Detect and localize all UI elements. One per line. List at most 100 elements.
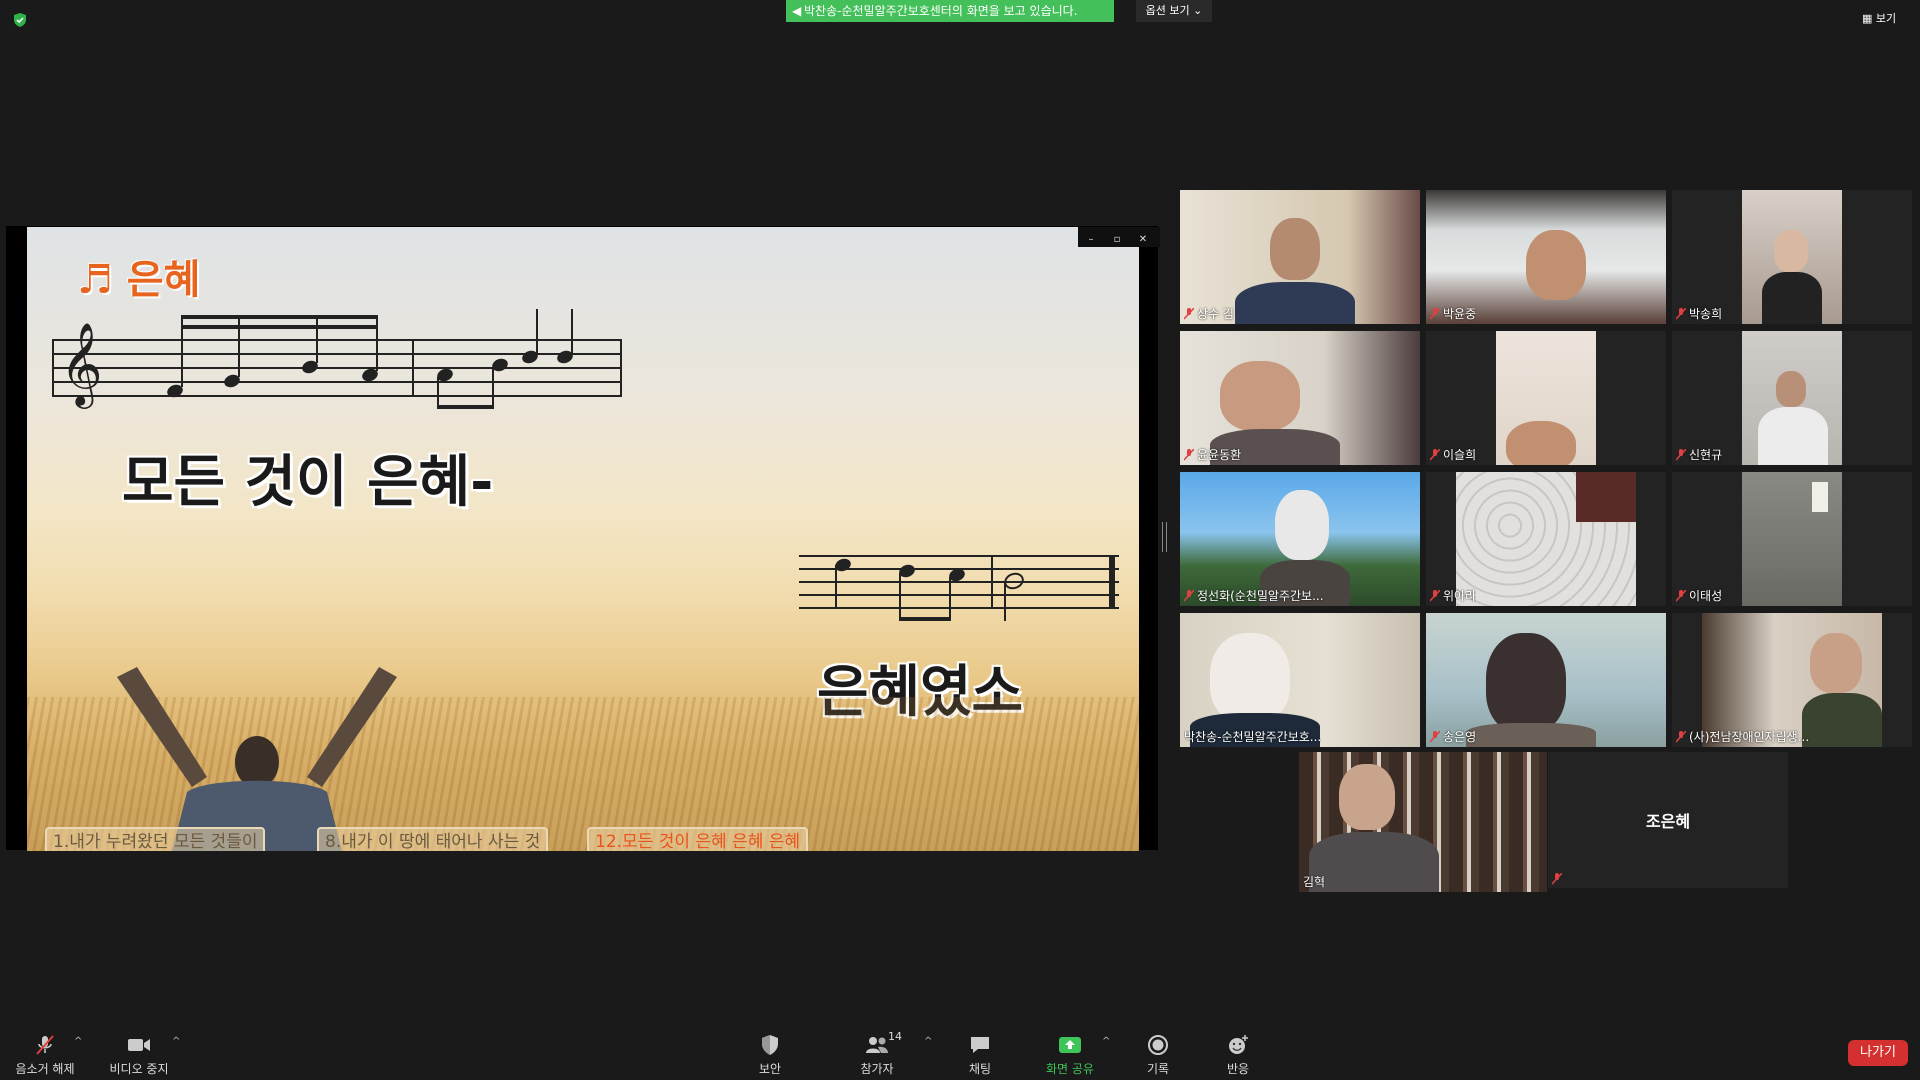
- participant-name-text: 이태성: [1689, 589, 1723, 603]
- participants-label: 참가자: [860, 1062, 894, 1076]
- gallery-view-button[interactable]: ▦ 보기: [1862, 10, 1910, 28]
- participant-name-text: 김혁: [1303, 875, 1326, 889]
- unmute-label: 음소거 해제: [15, 1062, 75, 1076]
- participant-tile[interactable]: 정선화(순천밀알주간보...: [1180, 472, 1420, 606]
- minimize-icon[interactable]: –: [1078, 230, 1104, 250]
- view-options-label: 옵션 보기: [1145, 4, 1190, 17]
- participant-name: 박윤중: [1430, 305, 1476, 322]
- share-screen-button[interactable]: 화면 공유: [1040, 1034, 1100, 1077]
- security-shield-icon[interactable]: [12, 12, 28, 28]
- mic-muted-icon: [1552, 873, 1562, 885]
- participant-tile[interactable]: 이슬희: [1426, 331, 1666, 465]
- view-button-label: 보기: [1875, 12, 1897, 25]
- person-silhouette-image: [117, 667, 397, 851]
- chat-button[interactable]: 채팅: [962, 1034, 998, 1077]
- participant-name: 이태성: [1676, 587, 1722, 604]
- mic-muted-icon: [1676, 590, 1686, 602]
- audio-options-caret-icon[interactable]: ^: [74, 1036, 82, 1047]
- participant-name: 상수 김: [1184, 305, 1234, 322]
- participant-name: (사)전남장애인자립생...: [1676, 728, 1809, 745]
- lyric-chip-8[interactable]: 8.내가 이 땅에 태어나 사는 것: [317, 827, 549, 851]
- leave-meeting-button[interactable]: 나가기: [1848, 1040, 1908, 1066]
- mic-muted-icon: [1676, 449, 1686, 461]
- song-title-text: 은혜: [126, 257, 201, 303]
- mic-muted-icon: [1676, 731, 1686, 743]
- record-button[interactable]: 기록: [1140, 1034, 1176, 1077]
- participant-name-text: 박송희: [1689, 307, 1723, 321]
- security-button[interactable]: 보안: [752, 1034, 788, 1077]
- lyric-line-1: 모든 것이 은혜-: [122, 450, 494, 515]
- lyric-chip-1[interactable]: 1.내가 누려왔던 모든 것들이: [45, 827, 266, 851]
- shared-slide: ♬ 은혜 𝄞 모든 것이 은혜- 은혜였소 1.내가 누려왔던 모든 것들이 8…: [27, 227, 1139, 851]
- shield-icon: [762, 1035, 778, 1055]
- mic-muted-icon: [1184, 590, 1194, 602]
- split-view-drag-handle[interactable]: [1162, 522, 1167, 552]
- participant-tile[interactable]: 상수 김: [1180, 190, 1420, 324]
- security-label: 보안: [758, 1062, 782, 1076]
- participant-tile[interactable]: 박윤중: [1426, 190, 1666, 324]
- record-icon: [1148, 1035, 1168, 1055]
- participant-tile[interactable]: 조은혜: [1548, 752, 1788, 888]
- participant-tile[interactable]: 이태성: [1672, 472, 1912, 606]
- participant-name-text: 박찬송-순천밀알주간보호...: [1184, 730, 1322, 744]
- unmute-button[interactable]: 음소거 해제: [8, 1034, 82, 1077]
- participant-tile-active-speaker[interactable]: 김혁: [1299, 752, 1547, 892]
- video-camera-icon: [128, 1039, 150, 1051]
- participant-name-text: 정선화(순천밀알주간보...: [1197, 589, 1324, 603]
- mic-muted-icon: [1430, 308, 1440, 320]
- share-options-caret-icon[interactable]: ^: [1102, 1036, 1110, 1047]
- close-icon[interactable]: ✕: [1130, 230, 1156, 250]
- participant-name: 정선화(순천밀알주간보...: [1184, 587, 1324, 604]
- music-staff-1: 𝄞: [52, 309, 622, 409]
- restore-icon[interactable]: ▫: [1104, 230, 1130, 250]
- video-options-caret-icon[interactable]: ^: [172, 1036, 180, 1047]
- participant-name: 윤윤동환: [1184, 446, 1241, 463]
- mic-muted-icon: [36, 1035, 54, 1055]
- leave-label: 나가기: [1860, 1045, 1896, 1060]
- stop-video-button[interactable]: 비디오 중지: [104, 1034, 174, 1077]
- participants-icon: [866, 1037, 888, 1053]
- participant-name: 김혁: [1303, 873, 1325, 890]
- grid-icon: ▦: [1862, 12, 1873, 25]
- meeting-toolbar: [0, 1020, 1920, 1080]
- participants-options-caret-icon[interactable]: ^: [924, 1036, 932, 1047]
- participant-name-text: 이슬희: [1443, 448, 1477, 462]
- participant-name: 박송희: [1676, 305, 1722, 322]
- participant-name-text: 신현규: [1689, 448, 1723, 462]
- view-options-button[interactable]: 옵션 보기 ⌄: [1136, 0, 1212, 22]
- record-label: 기록: [1146, 1062, 1170, 1076]
- mic-muted-icon: [1430, 590, 1440, 602]
- mic-muted-icon: [1676, 308, 1686, 320]
- participants-button[interactable]: 14 참가자: [852, 1030, 902, 1077]
- participant-name: 박찬송-순천밀알주간보호...: [1184, 728, 1321, 745]
- participant-tile[interactable]: 윤윤동환: [1180, 331, 1420, 465]
- participant-tile[interactable]: 박송희: [1672, 190, 1912, 324]
- mic-muted-icon: [1430, 731, 1440, 743]
- participant-name-text: 송은영: [1443, 730, 1477, 744]
- share-screen-icon: [1059, 1037, 1081, 1053]
- participant-name: 송은영: [1430, 728, 1476, 745]
- participant-tile[interactable]: 박찬송-순천밀알주간보호...: [1180, 613, 1420, 747]
- participant-tile[interactable]: 위아라: [1426, 472, 1666, 606]
- participant-tile[interactable]: 신현규: [1672, 331, 1912, 465]
- screen-share-banner: ◀ 박찬송-순천밀알주간보호센터의 화면을 보고 있습니다.: [786, 0, 1114, 22]
- music-staff-2: [799, 555, 1119, 621]
- participant-tile[interactable]: 송은영: [1426, 613, 1666, 747]
- mic-muted-icon: [1184, 308, 1194, 320]
- participant-name: [1552, 872, 1565, 886]
- reactions-button[interactable]: 반응: [1220, 1034, 1256, 1077]
- lyric-chip-12[interactable]: 12.모든 것이 은혜 은혜 은혜: [587, 827, 809, 851]
- participant-name-center: 조은혜: [1645, 812, 1691, 831]
- speaker-icon: ◀: [792, 4, 802, 18]
- participant-name-text: 윤윤동환: [1197, 448, 1242, 462]
- participant-name-text: (사)전남장애인자립생...: [1689, 730, 1810, 744]
- slide-window-controls: – ▫ ✕: [1078, 227, 1160, 247]
- share-banner-text: 박찬송-순천밀알주간보호센터의 화면을 보고 있습니다.: [804, 4, 1078, 18]
- participants-count-badge: 14: [888, 1030, 902, 1043]
- participant-tile[interactable]: (사)전남장애인자립생...: [1672, 613, 1912, 747]
- reactions-label: 반응: [1226, 1062, 1250, 1076]
- participant-name-text: 위아라: [1443, 589, 1477, 603]
- chevron-down-icon: ⌄: [1193, 4, 1203, 17]
- participant-name-text: 박윤중: [1443, 307, 1477, 321]
- mic-muted-icon: [1184, 449, 1194, 461]
